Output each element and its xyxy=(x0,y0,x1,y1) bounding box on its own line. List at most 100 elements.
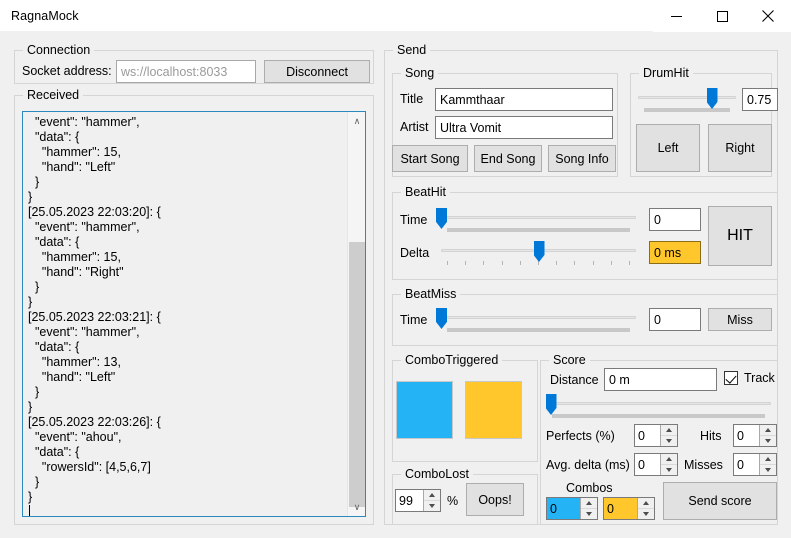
drumhit-right-button[interactable]: Right xyxy=(708,124,772,172)
misses-value: 0 xyxy=(734,454,759,475)
beathit-delta-slider[interactable] xyxy=(441,241,636,267)
received-log-box[interactable]: "event": "hammer", "data": { "hammer": 1… xyxy=(22,111,366,517)
combos-yellow-value: 0 xyxy=(604,498,637,519)
beathit-time-input[interactable]: 0 xyxy=(649,208,701,231)
distance-input[interactable]: 0 m xyxy=(604,368,717,391)
song-legend: Song xyxy=(401,66,439,80)
spinner-down-icon[interactable] xyxy=(424,501,440,511)
misses-spinner[interactable]: 0 xyxy=(733,453,777,476)
combolost-percent-value: 99 xyxy=(396,490,423,511)
connection-legend: Connection xyxy=(23,43,95,57)
app-window: RagnaMock Connection Socket address: ws: xyxy=(0,0,791,538)
spinner-down-icon[interactable] xyxy=(661,465,677,475)
socket-address-label: Socket address: xyxy=(22,64,112,78)
close-button[interactable] xyxy=(745,0,791,32)
slider-track xyxy=(546,402,771,405)
slider-track xyxy=(441,316,636,319)
perfects-label: Perfects (%) xyxy=(546,429,615,443)
spinner-up-icon[interactable] xyxy=(760,425,776,436)
scroll-up-button[interactable]: ∧ xyxy=(348,112,365,130)
miss-button[interactable]: Miss xyxy=(708,308,772,331)
spinner-up-icon[interactable] xyxy=(424,490,440,501)
beathit-time-slider[interactable] xyxy=(436,208,636,234)
slider-thumb[interactable] xyxy=(706,88,718,109)
log-scrollbar[interactable]: ∧ ∨ xyxy=(347,112,365,516)
scrollbar-thumb[interactable] xyxy=(349,242,365,507)
spinner-up-icon[interactable] xyxy=(760,454,776,465)
beatmiss-legend: BeatMiss xyxy=(401,287,461,301)
track-label: Track xyxy=(744,371,775,385)
song-artist-label: Artist xyxy=(400,120,429,134)
disconnect-button[interactable]: Disconnect xyxy=(264,60,370,83)
combo-yellow-swatch[interactable] xyxy=(465,381,522,439)
combos-blue-value: 0 xyxy=(547,498,580,519)
spinner-down-icon[interactable] xyxy=(581,509,597,519)
beathit-delta-input[interactable]: 0 ms xyxy=(649,241,701,264)
send-legend: Send xyxy=(393,43,431,57)
avg-delta-spinner[interactable]: 0 xyxy=(634,453,678,476)
slider-ticks xyxy=(447,228,630,232)
spinner-down-icon[interactable] xyxy=(760,436,776,446)
window-title: RagnaMock xyxy=(11,8,79,23)
song-info-button[interactable]: Song Info xyxy=(548,145,616,172)
scroll-down-button[interactable]: ∨ xyxy=(348,498,365,516)
slider-ticks xyxy=(447,328,630,332)
combos-yellow-spinner[interactable]: 0 xyxy=(603,497,655,520)
distance-slider[interactable] xyxy=(545,394,771,420)
minimize-icon xyxy=(670,11,682,22)
spinner-up-icon[interactable] xyxy=(661,425,677,436)
send-score-button[interactable]: Send score xyxy=(663,482,777,520)
spinner-arrows[interactable] xyxy=(580,498,597,519)
track-checkbox[interactable]: Track xyxy=(724,371,775,385)
text-caret xyxy=(29,505,30,516)
minimize-button[interactable] xyxy=(653,0,699,32)
hits-value: 0 xyxy=(734,425,759,446)
distance-label: Distance xyxy=(550,373,599,387)
beatmiss-time-slider[interactable] xyxy=(436,308,636,334)
spinner-arrows[interactable] xyxy=(660,425,677,446)
score-legend: Score xyxy=(549,353,590,367)
oops-button[interactable]: Oops! xyxy=(466,483,524,516)
drumhit-slider[interactable] xyxy=(638,88,736,114)
spinner-up-icon[interactable] xyxy=(661,454,677,465)
song-artist-input[interactable]: Ultra Vomit xyxy=(435,116,613,139)
spinner-arrows[interactable] xyxy=(660,454,677,475)
combos-blue-spinner[interactable]: 0 xyxy=(546,497,598,520)
drumhit-value-input[interactable]: 0.75 xyxy=(742,88,778,111)
slider-ticks xyxy=(447,261,630,265)
spinner-arrows[interactable] xyxy=(759,425,776,446)
start-song-button[interactable]: Start Song xyxy=(392,145,468,172)
spinner-arrows[interactable] xyxy=(423,490,440,511)
maximize-button[interactable] xyxy=(699,0,745,32)
song-title-input[interactable]: Kammthaar xyxy=(435,88,613,111)
drumhit-legend: DrumHit xyxy=(639,66,693,80)
socket-address-input[interactable]: ws://localhost:8033 xyxy=(116,60,256,83)
slider-thumb[interactable] xyxy=(545,394,557,415)
combolost-percent-spinner[interactable]: 99 xyxy=(395,489,441,512)
spinner-arrows[interactable] xyxy=(637,498,654,519)
spinner-down-icon[interactable] xyxy=(760,465,776,475)
drumhit-left-button[interactable]: Left xyxy=(636,124,700,172)
misses-label: Misses xyxy=(684,458,723,472)
checkbox-check-icon[interactable] xyxy=(724,371,738,385)
slider-track xyxy=(441,216,636,219)
combotriggered-legend: ComboTriggered xyxy=(401,353,503,367)
beatmiss-time-input[interactable]: 0 xyxy=(649,308,701,331)
spinner-down-icon[interactable] xyxy=(638,509,654,519)
end-song-button[interactable]: End Song xyxy=(474,145,542,172)
received-log-text: "event": "hammer", "data": { "hammer": 1… xyxy=(28,115,161,504)
combo-blue-swatch[interactable] xyxy=(396,381,453,439)
hits-label: Hits xyxy=(700,429,722,443)
spinner-down-icon[interactable] xyxy=(661,436,677,446)
perfects-spinner[interactable]: 0 xyxy=(634,424,678,447)
spinner-arrows[interactable] xyxy=(759,454,776,475)
spinner-up-icon[interactable] xyxy=(638,498,654,509)
combos-label: Combos xyxy=(566,481,613,495)
received-legend: Received xyxy=(23,88,84,102)
beathit-legend: BeatHit xyxy=(401,185,450,199)
spinner-up-icon[interactable] xyxy=(581,498,597,509)
hit-button[interactable]: HIT xyxy=(708,206,772,266)
slider-thumb[interactable] xyxy=(533,241,545,262)
hits-spinner[interactable]: 0 xyxy=(733,424,777,447)
combolost-legend: ComboLost xyxy=(401,467,473,481)
